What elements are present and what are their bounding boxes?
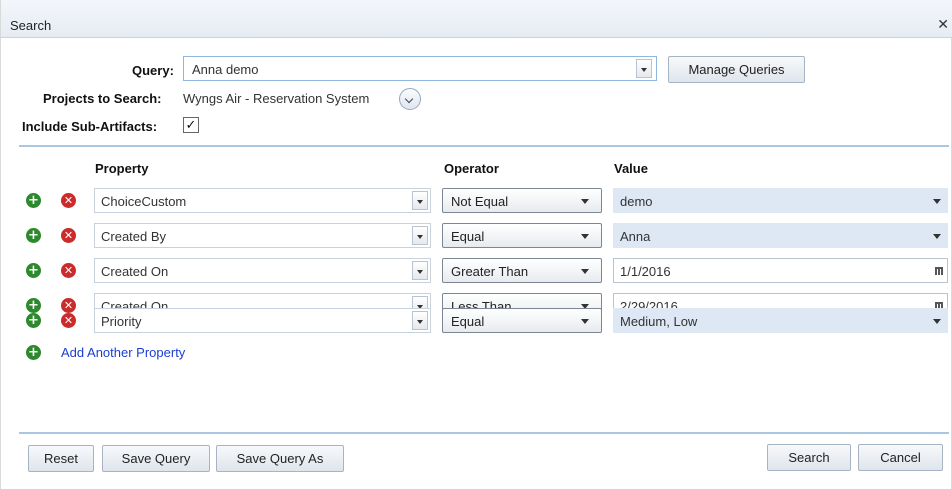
query-value: Anna demo <box>192 62 259 77</box>
subartifacts-label: Include Sub-Artifacts: <box>22 119 158 134</box>
remove-row-icon[interactable]: ✕ <box>61 263 76 278</box>
chevron-down-icon <box>933 199 941 204</box>
property-select[interactable]: Created By <box>94 223 431 248</box>
property-value: ChoiceCustom <box>101 194 187 209</box>
property-column-header: Property <box>95 161 149 176</box>
projects-value: Wyngs Air - Reservation System <box>183 91 370 106</box>
subartifacts-checkbox[interactable]: ✓ <box>183 117 199 133</box>
add-row-icon[interactable]: + <box>26 263 41 278</box>
search-button[interactable]: Search <box>767 444 851 471</box>
operator-select[interactable]: Greater Than <box>442 258 602 283</box>
query-label: Query: <box>132 63 174 78</box>
cancel-button[interactable]: Cancel <box>858 444 943 471</box>
divider <box>19 145 949 147</box>
remove-row-icon[interactable]: ✕ <box>61 313 76 328</box>
operator-select[interactable]: Not Equal <box>442 188 602 213</box>
operator-value: Not Equal <box>451 194 509 209</box>
property-select[interactable]: Priority <box>94 308 431 333</box>
dialog-title: Search <box>10 18 52 33</box>
dialog-titlebar: Search ✕ <box>1 0 952 38</box>
chevron-down-icon[interactable] <box>412 226 428 245</box>
add-row-icon[interactable]: + <box>26 228 41 243</box>
chevron-down-icon <box>933 234 941 239</box>
value-text: Medium, Low <box>620 314 698 329</box>
remove-row-icon[interactable]: ✕ <box>61 228 76 243</box>
operator-column-header: Operator <box>444 161 499 176</box>
chevron-down-icon[interactable] <box>412 191 428 210</box>
save-query-button[interactable]: Save Query <box>102 445 210 472</box>
query-select[interactable]: Anna demo <box>183 56 657 81</box>
value-text: 1/1/2016 <box>620 264 671 279</box>
chevron-down-icon[interactable] <box>412 311 428 330</box>
property-value: Created By <box>101 229 167 244</box>
value-text: Anna <box>620 229 651 244</box>
add-row-icon[interactable]: + <box>26 193 41 208</box>
add-row-icon[interactable]: + <box>26 298 41 313</box>
value-select[interactable]: demo <box>613 188 948 213</box>
property-value: Priority <box>101 314 142 329</box>
projects-label: Projects to Search: <box>43 91 162 106</box>
chevron-down-icon[interactable] <box>636 59 652 78</box>
chevron-down-icon <box>581 319 589 324</box>
chevron-down-icon[interactable] <box>412 261 428 280</box>
operator-value: Equal <box>451 229 485 244</box>
value-select[interactable]: Medium, Low <box>613 308 948 333</box>
operator-select[interactable]: Equal <box>442 223 602 248</box>
property-select[interactable]: ChoiceCustom <box>94 188 431 213</box>
property-value: Created On <box>101 264 169 279</box>
calendar-icon[interactable] <box>935 267 943 275</box>
reset-button[interactable]: Reset <box>28 445 94 472</box>
remove-row-icon[interactable]: ✕ <box>61 193 76 208</box>
chevron-down-icon <box>581 199 589 204</box>
add-property-icon[interactable]: + <box>26 345 41 360</box>
add-row-icon[interactable]: + <box>26 313 41 328</box>
close-icon[interactable]: ✕ <box>937 16 949 33</box>
chevron-down-icon <box>933 319 941 324</box>
search-dialog: Search ✕ Query: Anna demo Manage Queries… <box>0 0 952 489</box>
chevron-down-icon <box>581 269 589 274</box>
property-select[interactable]: Created On <box>94 258 431 283</box>
value-date-input[interactable]: 1/1/2016 <box>613 258 948 283</box>
expand-projects-icon[interactable] <box>399 88 421 110</box>
operator-value: Greater Than <box>451 264 529 279</box>
value-text: demo <box>620 194 653 209</box>
remove-row-icon[interactable]: ✕ <box>61 298 76 313</box>
value-select[interactable]: Anna <box>613 223 948 248</box>
operator-select[interactable]: Equal <box>442 308 602 333</box>
divider <box>19 432 949 434</box>
chevron-down-icon <box>581 234 589 239</box>
add-another-property-link[interactable]: Add Another Property <box>61 345 185 360</box>
value-column-header: Value <box>614 161 648 176</box>
save-query-as-button[interactable]: Save Query As <box>216 445 344 472</box>
manage-queries-button[interactable]: Manage Queries <box>668 56 805 83</box>
operator-value: Equal <box>451 314 485 329</box>
